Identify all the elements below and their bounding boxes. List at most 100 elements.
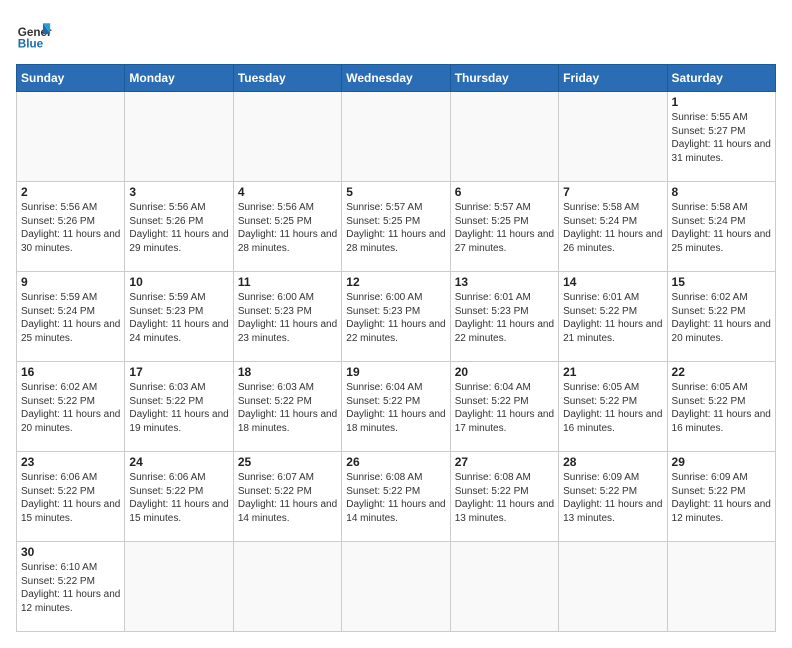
calendar-cell: [125, 92, 233, 182]
day-info: Sunrise: 5:56 AM Sunset: 5:25 PM Dayligh…: [238, 201, 337, 255]
calendar-cell: 27 Sunrise: 6:08 AM Sunset: 5:22 PM Dayli…: [450, 452, 558, 542]
calendar-cell: 20 Sunrise: 6:04 AM Sunset: 5:22 PM Dayli…: [450, 362, 558, 452]
day-info: Sunrise: 5:58 AM Sunset: 5:24 PM Dayligh…: [563, 201, 662, 255]
day-number: 6: [455, 185, 554, 199]
day-info: Sunrise: 6:01 AM Sunset: 5:22 PM Dayligh…: [563, 291, 662, 345]
day-number: 19: [346, 365, 445, 379]
day-number: 7: [563, 185, 662, 199]
calendar-week-row: 9Sunrise: 5:59 AM Sunset: 5:24 PM Daylig…: [17, 272, 776, 362]
day-header-sunday: Sunday: [17, 65, 125, 92]
day-number: 8: [672, 185, 771, 199]
day-info: Sunrise: 6:10 AM Sunset: 5:22 PM Dayligh…: [21, 561, 120, 615]
day-header-thursday: Thursday: [450, 65, 558, 92]
day-info: Sunrise: 6:02 AM Sunset: 5:22 PM Dayligh…: [21, 381, 120, 435]
calendar-cell: 13 Sunrise: 6:01 AM Sunset: 5:23 PM Dayli…: [450, 272, 558, 362]
calendar-cell: 5 Sunrise: 5:57 AM Sunset: 5:25 PM Daylig…: [342, 182, 450, 272]
day-info: Sunrise: 6:00 AM Sunset: 5:23 PM Dayligh…: [346, 291, 445, 345]
day-number: 12: [346, 275, 445, 289]
day-header-wednesday: Wednesday: [342, 65, 450, 92]
calendar-cell: 16 Sunrise: 6:02 AM Sunset: 5:22 PM Dayli…: [17, 362, 125, 452]
day-info: Sunrise: 6:01 AM Sunset: 5:23 PM Dayligh…: [455, 291, 554, 345]
day-number: 14: [563, 275, 662, 289]
logo: General Blue: [16, 16, 52, 52]
calendar-cell: [667, 542, 775, 632]
day-info: Sunrise: 6:03 AM Sunset: 5:22 PM Dayligh…: [238, 381, 337, 435]
logo-icon: General Blue: [16, 16, 52, 52]
calendar-week-row: 2 Sunrise: 5:56 AM Sunset: 5:26 PM Daylig…: [17, 182, 776, 272]
day-info: Sunrise: 5:55 AM Sunset: 5:27 PM Dayligh…: [672, 111, 771, 165]
calendar-cell: 15Sunrise: 6:02 AM Sunset: 5:22 PM Dayli…: [667, 272, 775, 362]
day-info: Sunrise: 6:03 AM Sunset: 5:22 PM Dayligh…: [129, 381, 228, 435]
day-info: Sunrise: 6:00 AM Sunset: 5:23 PM Dayligh…: [238, 291, 337, 345]
calendar-cell: 6Sunrise: 5:57 AM Sunset: 5:25 PM Daylig…: [450, 182, 558, 272]
calendar-cell: [125, 542, 233, 632]
day-info: Sunrise: 5:59 AM Sunset: 5:23 PM Dayligh…: [129, 291, 228, 345]
day-number: 27: [455, 455, 554, 469]
day-info: Sunrise: 6:08 AM Sunset: 5:22 PM Dayligh…: [455, 471, 554, 525]
day-number: 24: [129, 455, 228, 469]
calendar-cell: 29 Sunrise: 6:09 AM Sunset: 5:22 PM Dayli…: [667, 452, 775, 542]
calendar-cell: 14 Sunrise: 6:01 AM Sunset: 5:22 PM Dayli…: [559, 272, 667, 362]
calendar-cell: [450, 92, 558, 182]
day-number: 1: [672, 95, 771, 109]
day-info: Sunrise: 6:04 AM Sunset: 5:22 PM Dayligh…: [346, 381, 445, 435]
calendar-cell: [342, 542, 450, 632]
day-info: Sunrise: 6:09 AM Sunset: 5:22 PM Dayligh…: [672, 471, 771, 525]
day-number: 23: [21, 455, 120, 469]
calendar-cell: 8 Sunrise: 5:58 AM Sunset: 5:24 PM Daylig…: [667, 182, 775, 272]
calendar-cell: [450, 542, 558, 632]
day-number: 18: [238, 365, 337, 379]
day-number: 22: [672, 365, 771, 379]
day-info: Sunrise: 6:04 AM Sunset: 5:22 PM Dayligh…: [455, 381, 554, 435]
day-number: 17: [129, 365, 228, 379]
day-number: 30: [21, 545, 120, 559]
day-number: 11: [238, 275, 337, 289]
calendar-cell: 26 Sunrise: 6:08 AM Sunset: 5:22 PM Dayli…: [342, 452, 450, 542]
day-number: 13: [455, 275, 554, 289]
day-header-monday: Monday: [125, 65, 233, 92]
day-info: Sunrise: 6:08 AM Sunset: 5:22 PM Dayligh…: [346, 471, 445, 525]
calendar-cell: [233, 542, 341, 632]
day-number: 28: [563, 455, 662, 469]
day-header-tuesday: Tuesday: [233, 65, 341, 92]
calendar-cell: [342, 92, 450, 182]
day-info: Sunrise: 6:06 AM Sunset: 5:22 PM Dayligh…: [129, 471, 228, 525]
calendar-cell: 25 Sunrise: 6:07 AM Sunset: 5:22 PM Dayli…: [233, 452, 341, 542]
calendar-table: SundayMondayTuesdayWednesdayThursdayFrid…: [16, 64, 776, 632]
day-number: 16: [21, 365, 120, 379]
calendar-cell: 4 Sunrise: 5:56 AM Sunset: 5:25 PM Daylig…: [233, 182, 341, 272]
calendar-cell: 24 Sunrise: 6:06 AM Sunset: 5:22 PM Dayli…: [125, 452, 233, 542]
day-info: Sunrise: 6:06 AM Sunset: 5:22 PM Dayligh…: [21, 471, 120, 525]
day-number: 3: [129, 185, 228, 199]
day-number: 2: [21, 185, 120, 199]
day-number: 26: [346, 455, 445, 469]
calendar-cell: 3 Sunrise: 5:56 AM Sunset: 5:26 PM Daylig…: [125, 182, 233, 272]
calendar-cell: 21Sunrise: 6:05 AM Sunset: 5:22 PM Dayli…: [559, 362, 667, 452]
calendar-week-row: 23 Sunrise: 6:06 AM Sunset: 5:22 PM Dayli…: [17, 452, 776, 542]
calendar-cell: 22 Sunrise: 6:05 AM Sunset: 5:22 PM Dayli…: [667, 362, 775, 452]
calendar-cell: 23 Sunrise: 6:06 AM Sunset: 5:22 PM Dayli…: [17, 452, 125, 542]
calendar-week-row: 16 Sunrise: 6:02 AM Sunset: 5:22 PM Dayli…: [17, 362, 776, 452]
day-number: 25: [238, 455, 337, 469]
calendar-cell: 28Sunrise: 6:09 AM Sunset: 5:22 PM Dayli…: [559, 452, 667, 542]
day-number: 4: [238, 185, 337, 199]
day-info: Sunrise: 6:05 AM Sunset: 5:22 PM Dayligh…: [672, 381, 771, 435]
calendar-cell: 17 Sunrise: 6:03 AM Sunset: 5:22 PM Dayli…: [125, 362, 233, 452]
day-header-friday: Friday: [559, 65, 667, 92]
day-info: Sunrise: 5:56 AM Sunset: 5:26 PM Dayligh…: [21, 201, 120, 255]
calendar-cell: [559, 542, 667, 632]
day-info: Sunrise: 6:02 AM Sunset: 5:22 PM Dayligh…: [672, 291, 771, 345]
day-info: Sunrise: 5:56 AM Sunset: 5:26 PM Dayligh…: [129, 201, 228, 255]
day-number: 21: [563, 365, 662, 379]
day-number: 5: [346, 185, 445, 199]
day-info: Sunrise: 5:57 AM Sunset: 5:25 PM Dayligh…: [346, 201, 445, 255]
calendar-week-row: 30 Sunrise: 6:10 AM Sunset: 5:22 PM Dayli…: [17, 542, 776, 632]
day-header-saturday: Saturday: [667, 65, 775, 92]
calendar-cell: 12 Sunrise: 6:00 AM Sunset: 5:23 PM Dayli…: [342, 272, 450, 362]
day-number: 20: [455, 365, 554, 379]
day-number: 29: [672, 455, 771, 469]
day-info: Sunrise: 6:07 AM Sunset: 5:22 PM Dayligh…: [238, 471, 337, 525]
calendar-week-row: 1 Sunrise: 5:55 AM Sunset: 5:27 PM Daylig…: [17, 92, 776, 182]
day-info: Sunrise: 5:58 AM Sunset: 5:24 PM Dayligh…: [672, 201, 771, 255]
day-number: 10: [129, 275, 228, 289]
